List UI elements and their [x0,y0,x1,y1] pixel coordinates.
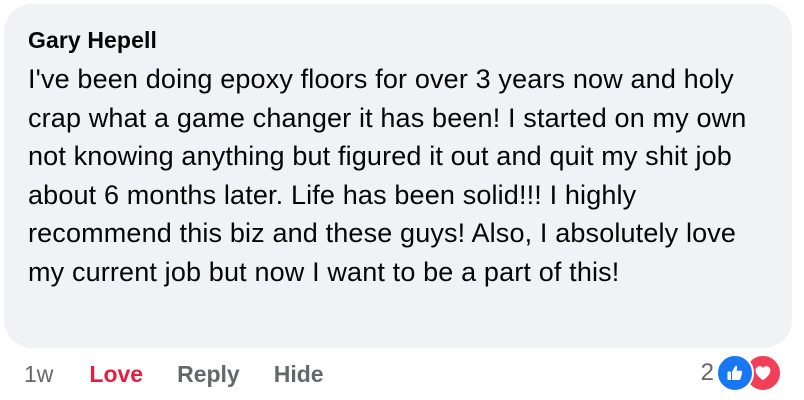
reaction-count: 2 [700,359,714,386]
like-icon [716,354,754,392]
comment-actions: 1w Love Reply Hide [24,358,324,390]
comment-timestamp[interactable]: 1w [24,361,53,388]
love-button[interactable]: Love [89,361,143,388]
comment-author[interactable]: Gary Hepell [28,26,768,54]
comment-bubble: Gary Hepell I've been doing epoxy floors… [4,4,792,348]
comment-text: I've been doing epoxy floors for over 3 … [28,64,747,287]
reply-button[interactable]: Reply [177,361,240,388]
reactions-summary[interactable]: 2 [701,352,782,394]
hide-button[interactable]: Hide [274,361,324,388]
